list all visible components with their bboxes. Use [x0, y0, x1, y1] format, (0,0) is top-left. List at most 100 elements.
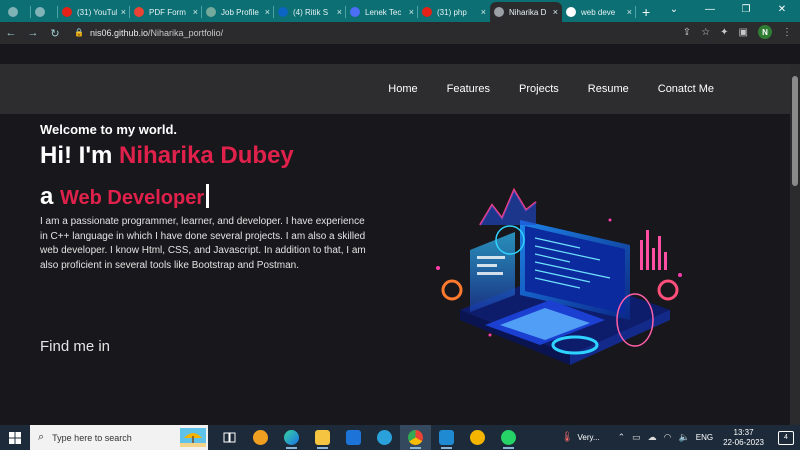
nav-link-projects[interactable]: Projects: [519, 83, 559, 95]
chrome-canary-icon[interactable]: [462, 425, 493, 450]
windows-start-icon[interactable]: [0, 425, 30, 450]
window-dropdown-icon[interactable]: ⌄: [656, 0, 692, 22]
thermometer-icon: 🌡: [560, 432, 574, 443]
chevron-up-icon[interactable]: ⌃: [618, 432, 626, 443]
nav-link-features[interactable]: Features: [447, 83, 490, 95]
browser-tab[interactable]: web deve ×: [562, 2, 636, 22]
close-tab-icon[interactable]: ×: [265, 7, 270, 17]
close-tab-icon[interactable]: ×: [409, 7, 414, 17]
browser-tab-strip: (31) YouTube×PDF Form×Job Profile×(4) Ri…: [0, 0, 800, 22]
extensions-icon[interactable]: ✦: [720, 27, 728, 38]
wifi-icon[interactable]: ◠: [664, 432, 672, 443]
mail-icon[interactable]: [338, 425, 369, 450]
notification-icon[interactable]: 4: [778, 430, 794, 445]
hero-role-line: a Web Developer: [40, 183, 210, 211]
whatsapp-icon[interactable]: [493, 425, 524, 450]
browser-tab[interactable]: Job Profile ×: [202, 2, 274, 22]
tab-title: (31) YouTube: [77, 7, 117, 17]
gmail-icon: [134, 7, 144, 17]
hero-heading: Hi! I'm Niharika Dubey: [40, 142, 294, 170]
browser-tab[interactable]: Niharika D ×: [490, 2, 562, 22]
system-tray: 🌡 Very... ⌃ ▭ ☁ ◠ 🔈 ENG 13:37 22-06-2023…: [561, 425, 800, 450]
browser-tab[interactable]: [4, 2, 31, 22]
nav-link-resume[interactable]: Resume: [588, 83, 629, 95]
intro-paragraph: I am a passionate programmer, learner, a…: [40, 216, 366, 271]
bookmark-star-icon[interactable]: ☆: [701, 27, 710, 38]
lock-icon: 🔒: [74, 28, 84, 37]
globe-icon: [494, 7, 504, 17]
task-view-icon[interactable]: [214, 425, 245, 450]
menu-kebab-icon[interactable]: ⋮: [782, 27, 792, 38]
speaker-icon[interactable]: 🔈: [679, 432, 690, 443]
tab-title: Niharika D: [509, 7, 547, 17]
windows-taskbar: ⌕ Type here to search 🌡 Very... ⌃ ▭ ☁ ◠ …: [0, 425, 800, 450]
url-text: nis06.github.io/Niharika_portfolio/: [90, 28, 224, 38]
tab-title: Lenek Tec: [365, 7, 402, 17]
nav-link-home[interactable]: Home: [388, 83, 417, 95]
typed-role: Web Developer: [60, 187, 205, 209]
tab-title: web deve: [581, 7, 616, 17]
profile-avatar[interactable]: N: [758, 25, 772, 39]
cloud-icon[interactable]: ☁: [648, 432, 657, 443]
lenek-icon: [350, 7, 360, 17]
tab-title: (4) Ritik S: [293, 7, 329, 17]
close-tab-icon[interactable]: ×: [193, 7, 198, 17]
notification-count: 4: [784, 434, 788, 441]
page-scrollbar[interactable]: [790, 64, 800, 425]
hero-greeting: Hi! I'm: [40, 142, 120, 169]
clock-time: 13:37: [733, 427, 754, 437]
file-explorer-icon[interactable]: [307, 425, 338, 450]
close-tab-icon[interactable]: ×: [627, 7, 632, 17]
globe-icon: [8, 7, 18, 17]
vscode-icon[interactable]: [431, 425, 462, 450]
tab-title: PDF Form: [149, 7, 186, 17]
weather-widget[interactable]: 🌡 Very...: [561, 432, 600, 443]
chrome-icon[interactable]: [400, 425, 431, 450]
address-bar[interactable]: 🔒 nis06.github.io/Niharika_portfolio/: [68, 24, 716, 42]
clock-date: 22-06-2023: [723, 437, 764, 447]
close-window-icon[interactable]: ✕: [764, 0, 800, 22]
linkedin-icon: [278, 7, 288, 17]
nav-link-conatct-me[interactable]: Conatct Me: [658, 83, 714, 95]
youtube-icon: [422, 7, 432, 17]
browser-toolbar: ← → ↻ 🔒 nis06.github.io/Niharika_portfol…: [0, 22, 800, 44]
welcome-text: Welcome to my world.: [40, 122, 178, 137]
language-indicator[interactable]: ENG: [696, 433, 713, 442]
beach-umbrella-icon: [180, 428, 206, 447]
close-tab-icon[interactable]: ×: [553, 7, 558, 17]
find-me-heading: Find me in: [40, 338, 111, 355]
close-tab-icon[interactable]: ×: [337, 7, 342, 17]
site-navbar: Home Features Projects Resume Conatct Me: [0, 64, 790, 114]
edge-icon[interactable]: [276, 425, 307, 450]
share-icon[interactable]: ⇪: [683, 27, 691, 38]
browser-tab[interactable]: PDF Form ×: [130, 2, 202, 22]
chatgpt-icon: [206, 7, 216, 17]
browser-tab[interactable]: (31) YouTube ×: [58, 2, 130, 22]
forward-icon[interactable]: →: [22, 27, 44, 39]
browser-tab[interactable]: (31) php ×: [418, 2, 490, 22]
taskbar-search-box[interactable]: ⌕ Type here to search: [30, 425, 208, 450]
reload-icon[interactable]: ↻: [44, 27, 66, 40]
battery-icon[interactable]: ▭: [632, 432, 641, 443]
hero-name: Niharika Dubey: [119, 142, 294, 169]
developer-illustration: [436, 187, 682, 365]
tab-title: (31) php: [437, 7, 467, 17]
back-icon[interactable]: ←: [0, 27, 22, 39]
new-tab-button[interactable]: +: [642, 2, 650, 22]
side-panel-icon[interactable]: ▣: [739, 27, 748, 38]
telegram-icon[interactable]: [369, 425, 400, 450]
search-placeholder: Type here to search: [52, 432, 132, 443]
close-tab-icon[interactable]: ×: [121, 7, 126, 17]
minimize-icon[interactable]: —: [692, 0, 728, 22]
scrollbar-thumb[interactable]: [792, 76, 798, 186]
weather-text: Very...: [577, 433, 600, 442]
browser-tab[interactable]: Lenek Tec ×: [346, 2, 418, 22]
medal-icon[interactable]: [245, 425, 276, 450]
role-prefix: a: [40, 183, 61, 210]
browser-tab[interactable]: (4) Ritik S ×: [274, 2, 346, 22]
taskbar-clock[interactable]: 13:37 22-06-2023: [723, 428, 764, 448]
restore-icon[interactable]: ❐: [728, 0, 764, 22]
search-icon: ⌕: [38, 431, 45, 443]
browser-tab[interactable]: [31, 2, 58, 22]
close-tab-icon[interactable]: ×: [481, 7, 486, 17]
